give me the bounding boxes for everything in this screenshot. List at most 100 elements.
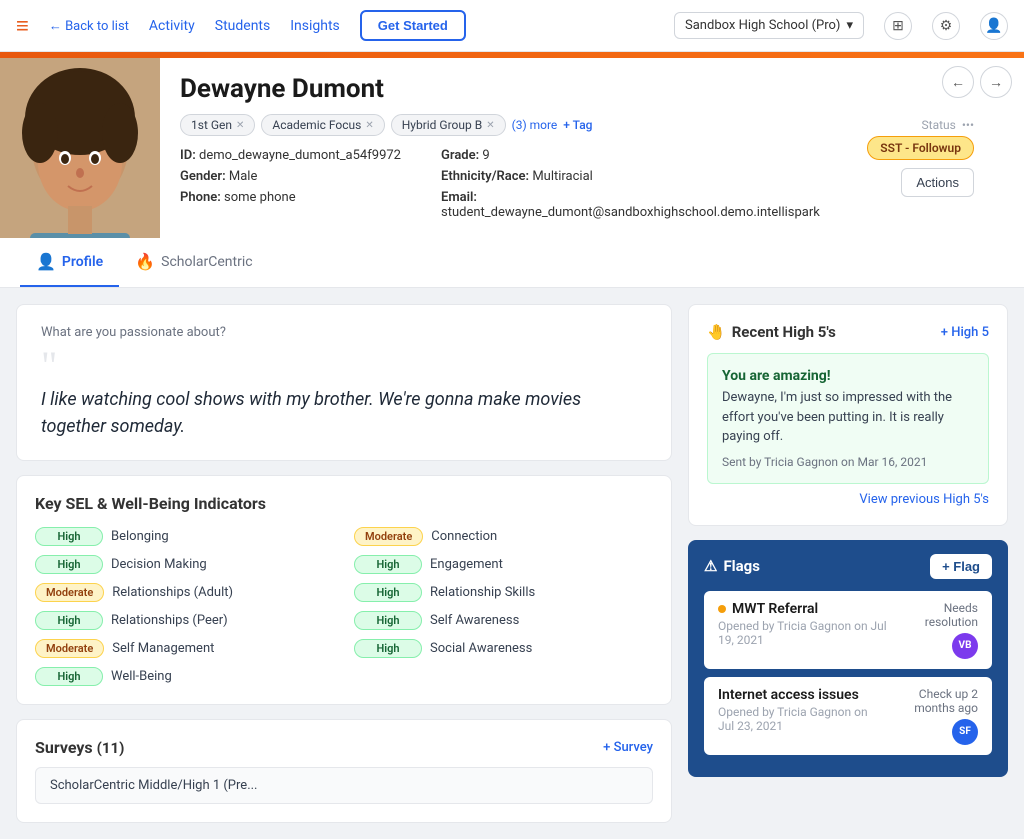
- sel-badge-self-awareness: High: [354, 611, 422, 630]
- more-tags-button[interactable]: (3) more: [512, 118, 558, 132]
- surveys-count: (11): [97, 739, 125, 757]
- flags-header: ⚠ Flags + Flag: [704, 554, 992, 579]
- view-previous-high5-link[interactable]: View previous High 5's: [707, 492, 989, 507]
- profile-tab-icon: 👤: [36, 252, 56, 271]
- back-to-list-link[interactable]: ← Back to list: [49, 18, 129, 34]
- actions-button[interactable]: Actions: [901, 168, 974, 197]
- sel-right-col: Moderate Connection High Engagement High…: [354, 527, 653, 686]
- status-text-label: Status: [922, 118, 956, 132]
- high5-card: 🤚 Recent High 5's + High 5 You are amazi…: [688, 304, 1008, 526]
- tab-profile-label: Profile: [62, 254, 103, 270]
- high5-heading: You are amazing!: [722, 368, 974, 384]
- add-flag-button[interactable]: + Flag: [930, 554, 992, 579]
- quote-card: What are you passionate about? " I like …: [16, 304, 672, 461]
- sel-badge-self-management: Moderate: [35, 639, 104, 658]
- school-selector[interactable]: Sandbox High School (Pro) ▾: [674, 12, 864, 39]
- sel-item-well-being: High Well-Being: [35, 667, 334, 686]
- profile-photo: [0, 58, 160, 238]
- surveys-header: Surveys (11) + Survey: [35, 738, 653, 757]
- tab-scholarcentric-label: ScholarCentric: [161, 254, 252, 270]
- flag-dot-icon: [718, 605, 726, 613]
- user-icon[interactable]: 👤: [980, 12, 1008, 40]
- flag-meta-mwt: Opened by Tricia Gagnon on Jul 19, 2021: [718, 619, 902, 647]
- flag-status-mwt: Needs resolution: [902, 601, 978, 629]
- remove-tag-hybrid-group-button[interactable]: ✕: [486, 120, 494, 131]
- student-ethnicity-row: Ethnicity/Race: Multiracial: [441, 169, 820, 184]
- sel-label-social-awareness: Social Awareness: [430, 641, 532, 656]
- status-badge: SST - Followup: [867, 136, 974, 160]
- sel-item-decision-making: High Decision Making: [35, 555, 334, 574]
- sel-item-connection: Moderate Connection: [354, 527, 653, 546]
- survey-list-item[interactable]: ScholarCentric Middle/High 1 (Pre...: [35, 767, 653, 804]
- flag-item-mwt: MWT Referral Opened by Tricia Gagnon on …: [704, 591, 992, 669]
- sel-badge-decision-making: High: [35, 555, 103, 574]
- add-tag-button[interactable]: + Tag: [563, 118, 592, 132]
- sel-item-self-awareness: High Self Awareness: [354, 611, 653, 630]
- student-name: Dewayne Dumont: [180, 74, 1004, 104]
- warning-icon: ⚠: [704, 557, 717, 575]
- students-nav-link[interactable]: Students: [215, 18, 270, 34]
- activity-nav-link[interactable]: Activity: [149, 18, 195, 34]
- sel-label-relationship-skills: Relationship Skills: [430, 585, 535, 600]
- sel-badge-relationship-skills: High: [354, 583, 422, 602]
- sel-item-relationships-adult: Moderate Relationships (Adult): [35, 583, 334, 602]
- remove-tag-1st-gen-button[interactable]: ✕: [236, 120, 244, 131]
- tag-academic-focus: Academic Focus ✕: [261, 114, 384, 136]
- sel-label-well-being: Well-Being: [111, 669, 172, 684]
- settings-icon[interactable]: ⚙: [932, 12, 960, 40]
- high5-body: Dewayne, I'm just so impressed with the …: [722, 388, 974, 447]
- sel-label-belonging: Belonging: [111, 529, 169, 544]
- sel-label-decision-making: Decision Making: [111, 557, 207, 572]
- add-high5-button[interactable]: + High 5: [941, 325, 989, 340]
- right-column: 🤚 Recent High 5's + High 5 You are amazi…: [688, 304, 1008, 823]
- sel-label-relationships-adult: Relationships (Adult): [112, 585, 233, 600]
- get-started-button[interactable]: Get Started: [360, 10, 466, 41]
- sel-label-relationships-peer: Relationships (Peer): [111, 613, 228, 628]
- sel-item-engagement: High Engagement: [354, 555, 653, 574]
- student-id-row: ID: demo_dewayne_dumont_a54f9972: [180, 148, 401, 163]
- flag-meta-internet: Opened by Tricia Gagnon on Jul 23, 2021: [718, 705, 883, 733]
- sel-item-relationship-skills: High Relationship Skills: [354, 583, 653, 602]
- profile-nav-arrows: ← →: [942, 66, 1012, 98]
- surveys-card: Surveys (11) + Survey ScholarCentric Mid…: [16, 719, 672, 823]
- sel-label-self-awareness: Self Awareness: [430, 613, 519, 628]
- flag-top-mwt: MWT Referral Opened by Tricia Gagnon on …: [718, 601, 978, 659]
- sel-badge-well-being: High: [35, 667, 103, 686]
- flag-avatar-internet: SF: [952, 719, 978, 745]
- sel-card: Key SEL & Well-Being Indicators High Bel…: [16, 475, 672, 705]
- tag-1st-gen: 1st Gen ✕: [180, 114, 255, 136]
- insights-nav-link[interactable]: Insights: [290, 18, 340, 34]
- status-dots[interactable]: •••: [962, 118, 974, 132]
- grid-icon[interactable]: ⊞: [884, 12, 912, 40]
- prev-student-button[interactable]: ←: [942, 66, 974, 98]
- next-student-button[interactable]: →: [980, 66, 1012, 98]
- scholarcentric-tab-icon: 🔥: [135, 252, 155, 271]
- flags-card: ⚠ Flags + Flag MWT Referral Opened by Tr…: [688, 540, 1008, 777]
- flag-avatar-mwt: VB: [952, 633, 978, 659]
- student-photo-svg: [0, 58, 160, 238]
- sel-badge-relationships-adult: Moderate: [35, 583, 104, 602]
- flag-top-internet: Internet access issues Opened by Tricia …: [718, 687, 978, 745]
- student-grade-row: Grade: 9: [441, 148, 820, 163]
- remove-tag-academic-focus-button[interactable]: ✕: [365, 120, 373, 131]
- sel-label-self-management: Self Management: [112, 641, 214, 656]
- flag-name-mwt: MWT Referral: [718, 601, 902, 617]
- main-content: What are you passionate about? " I like …: [0, 288, 1024, 839]
- quote-marks-icon: ": [41, 350, 647, 382]
- sel-title: Key SEL & Well-Being Indicators: [35, 494, 653, 513]
- student-email-row: Email: student_dewayne_dumont@sandboxhig…: [441, 190, 820, 220]
- profile-tabs: 👤 Profile 🔥 ScholarCentric: [0, 238, 1024, 288]
- high5-header: 🤚 Recent High 5's + High 5: [707, 323, 989, 341]
- navbar: ≡ ← Back to list Activity Students Insig…: [0, 0, 1024, 52]
- tab-profile[interactable]: 👤 Profile: [20, 238, 119, 287]
- sel-label-engagement: Engagement: [430, 557, 503, 572]
- add-survey-button[interactable]: + Survey: [603, 740, 653, 755]
- flag-item-internet: Internet access issues Opened by Tricia …: [704, 677, 992, 755]
- tab-scholarcentric[interactable]: 🔥 ScholarCentric: [119, 238, 268, 287]
- sel-badge-relationships-peer: High: [35, 611, 103, 630]
- sel-item-social-awareness: High Social Awareness: [354, 639, 653, 658]
- high5-message-card: You are amazing! Dewayne, I'm just so im…: [707, 353, 989, 484]
- flag-name-internet: Internet access issues: [718, 687, 883, 703]
- sel-badge-social-awareness: High: [354, 639, 422, 658]
- surveys-title: Surveys: [35, 738, 93, 757]
